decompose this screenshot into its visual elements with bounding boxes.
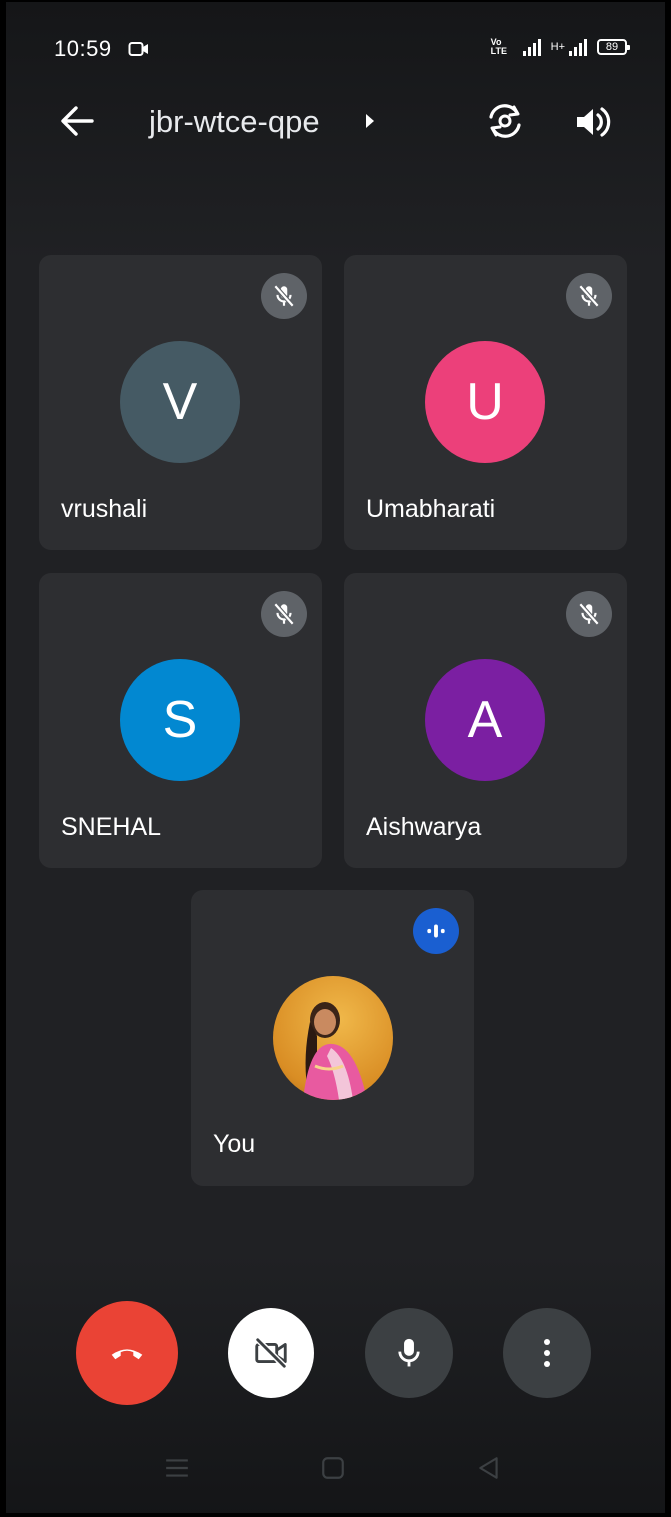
speaker-icon[interactable] [572,102,612,142]
signal-icon-2 [569,38,587,56]
muted-mic-icon [566,591,612,637]
muted-mic-icon [261,273,307,319]
self-tile[interactable]: You [191,890,474,1186]
camera-off-icon [255,1337,287,1369]
avatar-initial: S [162,691,198,749]
muted-mic-icon [261,591,307,637]
more-vert-icon [544,1339,550,1367]
participant-name: Aishwarya [366,813,482,841]
profile-photo [273,976,393,1100]
switch-camera-icon[interactable] [484,100,526,142]
participant-name: Umabharati [366,495,496,523]
recents-menu-icon[interactable] [164,1455,190,1481]
participant-tile-umabharati[interactable]: U Umabharati [344,255,627,550]
system-nav-bar [6,1449,671,1489]
status-bar: 10:59 Vo LTE H+ 89 [6,32,671,68]
status-time: 10:59 [54,36,112,61]
caret-right-icon[interactable] [364,112,376,130]
muted-mic-icon [566,273,612,319]
avatar: A [425,659,545,781]
end-call-button[interactable] [76,1301,178,1405]
camera-toggle-button[interactable] [228,1308,314,1398]
avatar: U [425,341,545,463]
back-arrow-icon[interactable] [58,102,96,140]
avatar: S [120,659,240,781]
more-options-button[interactable] [503,1308,591,1398]
participant-tile-aishwarya[interactable]: A Aishwarya [344,573,627,868]
avatar: V [120,341,240,463]
battery-level: 89 [605,41,619,53]
mic-icon [398,1338,420,1367]
home-icon[interactable] [320,1455,346,1481]
participant-name: vrushali [61,495,148,523]
participant-tile-vrushali[interactable]: V vrushali [39,255,322,550]
meeting-header: jbr-wtce-qpe [6,98,671,148]
screen: 10:59 Vo LTE H+ 89 jbr-wtce-qpe V vrusha… [0,0,671,1517]
battery-icon: 89 [597,39,630,55]
participant-name: SNEHAL [61,813,162,841]
hang-up-icon [111,1349,143,1360]
network-type: H+ [550,41,565,53]
signal-icon [522,38,541,56]
person-photo-icon [303,1002,367,1100]
participant-tile-snehal[interactable]: S SNEHAL [39,573,322,868]
status-icons: Vo LTE H+ 89 [490,37,630,56]
avatar-initial: A [467,691,503,749]
self-name: You [213,1130,256,1158]
avatar-initial: V [162,373,198,431]
volte-indicator: Vo LTE [490,37,507,56]
meeting-code[interactable]: jbr-wtce-qpe [149,104,320,140]
speaking-indicator-icon [413,908,459,954]
microphone-button[interactable] [365,1308,453,1398]
avatar-initial: U [466,373,504,431]
back-nav-icon[interactable] [476,1455,502,1481]
screen-record-icon [128,42,148,56]
